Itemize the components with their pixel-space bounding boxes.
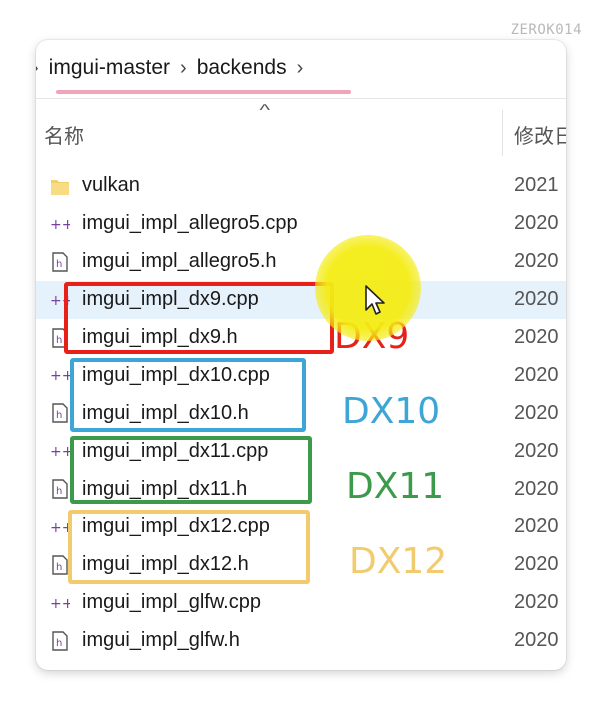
- svg-text:h: h: [56, 486, 62, 497]
- column-header-name[interactable]: 名称: [44, 120, 84, 149]
- sort-ascending-icon: ^: [259, 102, 271, 119]
- dx12-highlight-box: [68, 510, 310, 584]
- dx10-label: DX10: [342, 391, 441, 432]
- svg-text:++: ++: [50, 520, 70, 536]
- list-item[interactable]: h imgui_impl_glfw.h 2020: [36, 622, 566, 660]
- header-file-icon: h: [50, 251, 70, 273]
- file-date: 2020: [514, 553, 559, 576]
- mouse-cursor-icon: [364, 284, 390, 323]
- header-file-icon: h: [50, 478, 70, 500]
- file-explorer-window: › imgui-master › backends › ^ 名称 修改日 vul…: [36, 40, 566, 670]
- chevron-right-icon[interactable]: ›: [297, 57, 304, 80]
- dx9-highlight-box: [64, 282, 334, 354]
- file-name: imgui_impl_allegro5.h: [82, 250, 277, 273]
- svg-text:h: h: [56, 335, 62, 346]
- file-date: 2020: [514, 363, 559, 386]
- cpp-file-icon: ++: [50, 213, 70, 235]
- file-date: 2020: [514, 288, 559, 311]
- list-item[interactable]: ++ imgui_impl_glfw.cpp 2020: [36, 584, 566, 622]
- column-header-date-modified[interactable]: 修改日: [514, 120, 566, 149]
- list-item[interactable]: h imgui_impl_allegro5.h 2020: [36, 243, 566, 281]
- file-date: 2020: [514, 515, 559, 538]
- breadcrumb-item-backends[interactable]: backends: [197, 56, 287, 80]
- chevron-right-icon[interactable]: ›: [36, 57, 39, 80]
- header-file-icon: h: [50, 630, 70, 652]
- file-name: imgui_impl_glfw.cpp: [82, 591, 261, 614]
- column-divider[interactable]: [502, 110, 503, 156]
- file-date: 2020: [514, 477, 559, 500]
- svg-text:h: h: [56, 410, 62, 421]
- file-date: 2020: [514, 401, 559, 424]
- dx12-label: DX12: [349, 541, 448, 582]
- dx11-label: DX11: [346, 466, 445, 507]
- cpp-file-icon: ++: [50, 516, 70, 538]
- list-item[interactable]: ++ imgui_impl_allegro5.cpp 2020: [36, 205, 566, 243]
- divider: [36, 98, 566, 99]
- svg-text:h: h: [56, 259, 62, 270]
- file-date: 2020: [514, 591, 559, 614]
- list-item[interactable]: vulkan 2021: [36, 167, 566, 205]
- file-date: 2020: [514, 439, 559, 462]
- svg-text:++: ++: [50, 368, 70, 384]
- file-date: 2020: [514, 250, 559, 273]
- header-file-icon: h: [50, 402, 70, 424]
- file-date: 2021: [514, 174, 559, 197]
- file-name: imgui_impl_allegro5.cpp: [82, 212, 298, 235]
- svg-text:++: ++: [50, 217, 70, 233]
- dx10-highlight-box: [70, 358, 306, 432]
- file-name: vulkan: [82, 174, 140, 197]
- breadcrumb: › imgui-master › backends ›: [36, 40, 566, 96]
- svg-text:h: h: [56, 638, 62, 649]
- folder-icon: [50, 175, 70, 197]
- chevron-right-icon[interactable]: ›: [180, 57, 187, 80]
- watermark: ZEROK014: [510, 22, 582, 38]
- file-name: imgui_impl_glfw.h: [82, 629, 240, 652]
- file-date: 2020: [514, 629, 559, 652]
- file-date: 2020: [514, 326, 559, 348]
- header-file-icon: h: [50, 554, 70, 576]
- cpp-file-icon: ++: [50, 364, 70, 386]
- file-date: 2020: [514, 212, 559, 235]
- cpp-file-icon: ++: [50, 440, 70, 462]
- breadcrumb-underline: [56, 90, 351, 94]
- svg-text:h: h: [56, 562, 62, 573]
- svg-text:++: ++: [50, 596, 70, 612]
- cpp-file-icon: ++: [50, 592, 70, 614]
- dx11-highlight-box: [70, 436, 312, 504]
- svg-text:++: ++: [50, 444, 70, 460]
- breadcrumb-item-imgui-master[interactable]: imgui-master: [49, 56, 170, 80]
